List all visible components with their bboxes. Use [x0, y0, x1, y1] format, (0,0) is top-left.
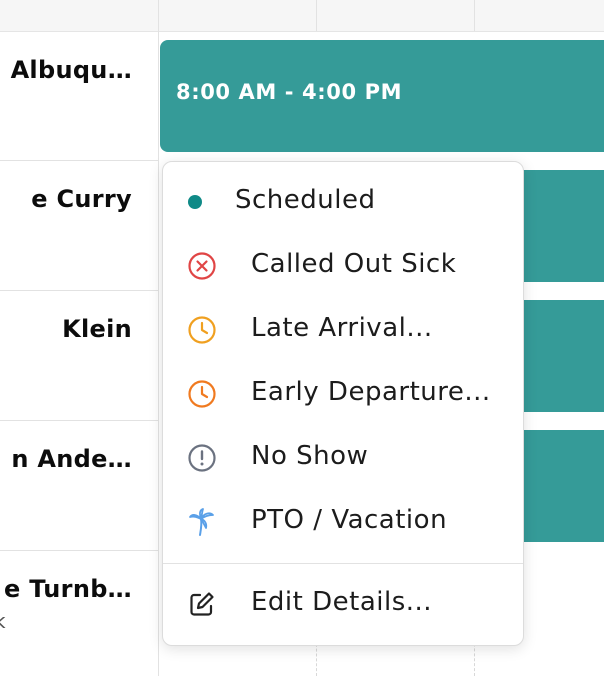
menu-item-label: Edit Details... — [251, 587, 433, 617]
menu-item-label: No Show — [251, 441, 369, 471]
menu-item-no-show[interactable]: No Show — [163, 429, 523, 485]
palm-tree-icon — [189, 508, 214, 536]
shift-block[interactable] — [516, 300, 604, 412]
schedule-header-row — [0, 0, 604, 32]
employee-row[interactable]: Albuqu… — [0, 32, 158, 161]
column-divider — [158, 0, 159, 676]
employee-name: Albuqu… — [10, 56, 132, 84]
menu-item-late-arrival[interactable]: Late Arrival... — [163, 301, 523, 357]
menu-item-label: PTO / Vacation — [251, 505, 448, 535]
menu-separator — [163, 563, 523, 564]
clock-icon — [188, 316, 216, 344]
menu-item-label: Scheduled — [235, 185, 376, 215]
employee-row[interactable]: e Turnb… k — [0, 551, 158, 676]
menu-item-called-out-sick[interactable]: Called Out Sick — [163, 237, 523, 293]
menu-item-early-departure[interactable]: Early Departure... — [163, 365, 523, 421]
menu-item-edit-details[interactable]: Edit Details... — [163, 575, 523, 631]
menu-item-label: Late Arrival... — [251, 313, 433, 343]
employee-row[interactable]: Klein — [0, 291, 158, 421]
menu-item-pto-vacation[interactable]: PTO / Vacation — [163, 493, 523, 549]
menu-item-label: Called Out Sick — [251, 249, 457, 279]
employee-subtitle: k — [0, 609, 6, 633]
shift-block[interactable] — [516, 170, 604, 282]
edit-icon — [190, 592, 214, 616]
shift-block[interactable] — [516, 430, 604, 542]
employee-name: e Curry — [31, 185, 132, 213]
alert-circle-icon — [188, 444, 216, 472]
shift-status-menu: Scheduled Called Out Sick Late Arrival..… — [162, 161, 524, 646]
menu-item-label: Early Departure... — [251, 377, 491, 407]
employee-row[interactable]: e Curry — [0, 161, 158, 291]
dot-icon — [188, 195, 202, 209]
column-divider — [474, 0, 475, 31]
employee-name: e Turnb… — [4, 575, 132, 603]
shift-block[interactable]: 8:00 AM - 4:00 PM — [160, 40, 604, 152]
clock-icon — [188, 380, 216, 408]
employee-row[interactable]: n Ande… — [0, 421, 158, 551]
menu-item-scheduled[interactable]: Scheduled — [163, 173, 523, 229]
x-circle-icon — [188, 252, 216, 280]
employee-name: Klein — [62, 315, 132, 343]
column-divider — [316, 0, 317, 31]
shift-time-label: 8:00 AM - 4:00 PM — [176, 80, 403, 104]
employee-name: n Ande… — [11, 445, 132, 473]
